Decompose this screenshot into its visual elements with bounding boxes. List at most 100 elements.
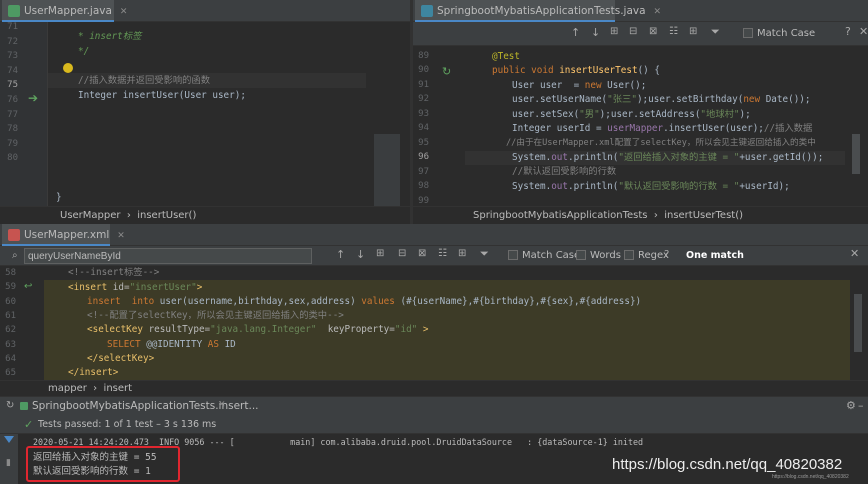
breadcrumb-item[interactable]: insertUserTest() xyxy=(664,210,743,221)
minimize-icon[interactable]: – xyxy=(858,399,864,412)
regex-options-icon[interactable]: ⊞ xyxy=(689,26,697,37)
add-occurrence-icon[interactable]: ⊞ xyxy=(376,248,384,259)
words-checkbox[interactable] xyxy=(576,250,586,260)
close-search-icon[interactable]: ✕ xyxy=(859,25,868,38)
select-all-occurrences-icon[interactable]: ⊟ xyxy=(629,26,637,37)
regex-help-icon[interactable]: ? xyxy=(664,249,669,260)
xml-find-toolbar: ⌕ ↑ ↓ ⊞ ⊟ ⊠ ☷ ⊞ ⏷ Match Case Words Regex… xyxy=(0,246,868,266)
words-option[interactable]: Words xyxy=(576,250,621,261)
close-search-icon[interactable]: ✕ xyxy=(850,247,859,260)
run-test-icon[interactable]: ↻ xyxy=(442,65,451,78)
right-code-l89: @Test xyxy=(492,51,520,62)
line-number: 59 xyxy=(5,282,16,293)
breadcrumb-item[interactable]: insert xyxy=(104,383,133,394)
line-number: 94 xyxy=(418,123,429,134)
line-number: 60 xyxy=(5,296,16,307)
line-number: 96 xyxy=(418,152,429,163)
line-number: 92 xyxy=(418,94,429,105)
close-tab-icon[interactable]: ✕ xyxy=(654,7,662,17)
left-code-l80: } xyxy=(56,192,62,203)
match-case-checkbox[interactable] xyxy=(508,250,518,260)
line-number: 76 xyxy=(7,95,18,105)
arrow-down-icon[interactable]: ↓ xyxy=(591,26,600,39)
tab-usermapper-java[interactable]: UserMapper.java ✕ xyxy=(2,0,127,22)
breadcrumb-item[interactable]: mapper xyxy=(48,383,87,394)
line-number: 61 xyxy=(5,310,16,321)
xml-file-icon xyxy=(8,229,20,241)
right-scrollbar-thumb[interactable] xyxy=(852,134,860,174)
right-breadcrumb: SpringbootMybatisApplicationTests › inse… xyxy=(413,206,868,224)
multi-select-icon[interactable]: ☷ xyxy=(669,26,678,37)
xml-code-l63: SELECT @@IDENTITY AS ID xyxy=(107,339,236,350)
left-scrollbar-thumb[interactable] xyxy=(374,134,400,212)
arrow-up-icon[interactable]: ↑ xyxy=(336,248,345,261)
line-number: 97 xyxy=(418,166,429,177)
match-case-option[interactable]: Match Case xyxy=(743,28,815,39)
line-number: 64 xyxy=(5,353,16,364)
match-case-option[interactable]: Match Case xyxy=(508,250,580,261)
bulb-icon[interactable] xyxy=(63,63,73,73)
tab-usermapper-xml[interactable]: UserMapper.xml ✕ xyxy=(2,224,125,246)
scroll-end-icon[interactable]: ▮ xyxy=(6,458,11,468)
search-input[interactable] xyxy=(24,248,312,264)
close-tab-icon[interactable]: ✕ xyxy=(120,7,128,17)
xml-scrollbar-thumb[interactable] xyxy=(854,294,862,352)
xml-code-l61: <!--配置了selectKey，所以会见主键返回给插入的类中--> xyxy=(87,310,344,321)
tab-tests-java[interactable]: SpringbootMybatisApplicationTests.java ✕ xyxy=(415,0,661,22)
arrow-up-icon[interactable]: ↑ xyxy=(571,26,580,39)
right-code-l94: Integer userId = userMapper.insertUser(u… xyxy=(512,123,813,134)
implemented-arrow-icon[interactable]: ➔ xyxy=(28,91,38,105)
multi-select-icon[interactable]: ☷ xyxy=(438,248,447,259)
left-editor-tabbar: UserMapper.java ✕ xyxy=(0,0,410,22)
highlight-box xyxy=(26,446,180,482)
left-code-l73: */ xyxy=(78,46,90,57)
breadcrumb-item[interactable]: UserMapper xyxy=(60,210,121,221)
breadcrumb-item[interactable]: SpringbootMybatisApplicationTests xyxy=(473,210,647,221)
right-code-l98: System.out.println("默认返回受影响的行数 = "+userI… xyxy=(512,181,790,192)
exclude-icon[interactable]: ⊠ xyxy=(649,26,657,37)
search-icon[interactable]: ⌕ xyxy=(12,250,18,261)
line-number: 80 xyxy=(7,153,18,164)
xml-scrollbar[interactable] xyxy=(852,266,864,380)
line-number: 63 xyxy=(5,339,16,350)
line-number: 71 xyxy=(7,22,18,32)
match-count: One match xyxy=(686,250,744,261)
xml-gutter-selection xyxy=(44,280,62,380)
regex-checkbox[interactable] xyxy=(624,250,634,260)
mapper-navigation-icon[interactable]: ↩ xyxy=(24,281,32,292)
right-code-l97: //默认返回受影响的行数 xyxy=(512,166,617,177)
check-icon: ✓ xyxy=(24,418,34,431)
filter-icon[interactable]: ⏷ xyxy=(711,25,720,39)
line-number: 91 xyxy=(418,79,429,90)
line-number: 74 xyxy=(7,65,18,76)
test-status: Tests passed: 1 of 1 test – 3 s 136 ms xyxy=(38,419,217,430)
breadcrumb-item[interactable]: insertUser() xyxy=(137,210,196,221)
add-occurrence-icon[interactable]: ⊞ xyxy=(610,26,618,37)
right-code-l93: user.setSex("男");user.setAddress("地球村"); xyxy=(512,109,751,120)
right-code-l91: User user = new User(); xyxy=(512,80,647,91)
line-number: 75 xyxy=(7,80,18,91)
regex-options-icon[interactable]: ⊞ xyxy=(458,248,466,259)
right-code-l96: System.out.println("返回给插入对象的主键 = "+user.… xyxy=(512,152,824,163)
xml-editor-tabbar: UserMapper.xml ✕ xyxy=(0,224,868,246)
match-case-checkbox[interactable] xyxy=(743,28,753,38)
right-scrollbar[interactable] xyxy=(850,46,862,206)
java-interface-icon xyxy=(8,5,20,17)
test-class-icon xyxy=(20,402,28,410)
select-all-occurrences-icon[interactable]: ⊟ xyxy=(398,248,406,259)
arrow-down-icon[interactable]: ↓ xyxy=(356,248,365,261)
help-icon[interactable]: ? xyxy=(845,25,851,38)
line-number: 95 xyxy=(418,137,429,148)
close-run-tab-icon[interactable]: ✕ xyxy=(218,400,226,410)
exclude-icon[interactable]: ⊠ xyxy=(418,248,426,259)
settings-gear-icon[interactable]: ⚙ xyxy=(846,399,856,412)
filter-icon[interactable]: ⏷ xyxy=(480,247,489,261)
close-tab-icon[interactable]: ✕ xyxy=(117,231,125,241)
triangle-down-icon[interactable] xyxy=(4,436,14,443)
line-number: 62 xyxy=(5,325,16,336)
regex-option[interactable]: Regex xyxy=(624,250,669,261)
run-icon: ↻ xyxy=(6,400,15,411)
left-code-l76[interactable]: Integer insertUser(User user); xyxy=(78,89,246,104)
xml-breadcrumb: mapper › insert xyxy=(0,380,868,396)
run-status-bar: ✓ Tests passed: 1 of 1 test – 3 s 136 ms xyxy=(0,416,868,434)
